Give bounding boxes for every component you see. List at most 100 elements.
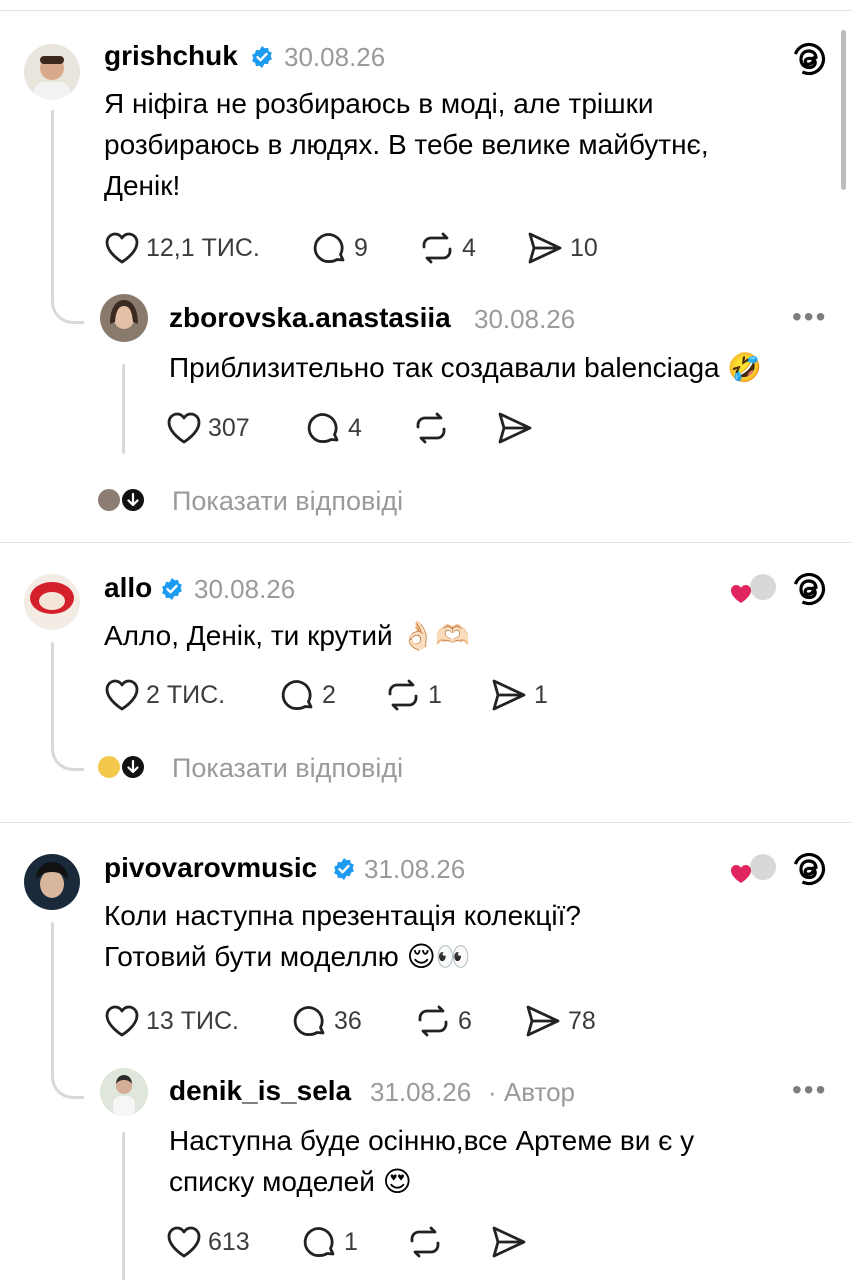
comment-text: Я ніфіга не розбираюсь в моді, але трішк… [104,83,804,206]
like-button[interactable]: 2 ТИС. [104,675,225,715]
comment-icon [293,1006,325,1036]
comment-icon [307,413,339,443]
post-date: 31.08.26 [370,1077,472,1107]
thread-line [122,364,125,454]
send-icon [526,1005,560,1037]
reply-text-content: списку моделей [169,1166,375,1197]
reply-button[interactable]: 36 [292,1001,362,1041]
like-button[interactable]: 12,1 ТИС. [104,228,260,268]
emoji: 😌👀 [406,941,471,972]
send-icon [492,679,526,711]
top-divider [0,10,852,11]
verified-badge-icon [162,578,182,600]
repost-button[interactable] [412,408,450,448]
reply-text: Наступна буде осінню,все Артеме ви є у с… [169,1120,789,1202]
repost-icon [422,232,452,264]
verified-badge-icon [252,46,272,68]
reply-text: Приблизительно так создавали balenciaga … [169,347,762,388]
reply-count: 4 [348,413,362,442]
thread-line [51,110,54,295]
thread-line [51,922,54,1070]
threads-logo-icon[interactable] [792,852,826,886]
comment-text: Алло, Денік, ти крутий 👌🏻🫶🏻 [104,615,470,656]
share-button[interactable] [490,1222,528,1262]
username[interactable]: grishchuk [104,40,238,72]
comment-text-line: розбираюсь в людях. В тебе велике майбут… [104,129,709,160]
avatar-allo[interactable] [24,574,80,630]
post-date: 30.08.26 [284,42,386,72]
threads-logo-icon[interactable] [792,42,826,76]
share-count: 1 [534,680,548,709]
username[interactable]: zborovska.anastasiia [169,302,451,334]
emoji: 🤣 [727,352,763,383]
reply-connector [51,742,84,771]
show-replies-link[interactable]: Показати відповіді [172,486,403,517]
username[interactable]: denik_is_sela [169,1075,351,1107]
author-tag: · Автор [488,1077,576,1107]
heart-icon [167,1226,201,1258]
like-button[interactable]: 13 ТИС. [104,1001,239,1041]
avatar-grishchuk[interactable] [24,44,80,100]
liked-by-creator-indicator [730,852,780,886]
comment-text-content: Алло, Денік, ти крутий [104,620,393,651]
repost-icon [410,1226,440,1258]
comment-text-content: Готовий бути моделлю [104,941,399,972]
replier-avatar [96,487,122,513]
arrow-down-icon[interactable] [120,487,146,513]
heart-icon [105,679,139,711]
avatar-pivovarovmusic[interactable] [24,854,80,910]
like-count: 12,1 ТИС. [146,233,260,262]
reply-button[interactable]: 4 [306,408,362,448]
reply-button[interactable]: 1 [302,1222,358,1262]
share-count: 10 [570,233,598,262]
reply-count: 9 [354,233,368,262]
repost-count: 1 [428,680,442,709]
scrollbar[interactable] [841,30,846,190]
like-button[interactable]: 613 [166,1222,250,1262]
reply-count: 36 [334,1006,362,1035]
show-replies-link[interactable]: Показати відповіді [172,753,403,784]
reply-text-line: Наступна буде осінню,все Артеме ви є у [169,1125,695,1156]
verified-badge-icon [334,858,354,880]
avatar-zborovska[interactable] [100,294,148,342]
send-icon [492,1226,526,1258]
share-button[interactable]: 10 [526,228,598,268]
repost-count: 6 [458,1006,472,1035]
reply-button[interactable]: 9 [312,228,368,268]
comment-text-line: Денік! [104,170,181,201]
share-button[interactable]: 78 [524,1001,596,1041]
repost-button[interactable]: 4 [418,228,476,268]
repost-count: 4 [462,233,476,262]
threads-logo-icon[interactable] [792,572,826,606]
comment-icon [313,233,345,263]
username[interactable]: pivovarovmusic [104,852,317,884]
arrow-down-icon[interactable] [120,754,146,780]
username[interactable]: allo [104,572,152,604]
creator-avatar [748,852,778,882]
replier-avatar [96,754,122,780]
thread-line [51,642,54,742]
repost-button[interactable] [406,1222,444,1262]
comment-icon [303,1227,335,1257]
like-button[interactable]: 307 [166,408,250,448]
liked-by-creator-indicator [730,572,780,606]
heart-icon [167,412,201,444]
send-icon [528,232,562,264]
more-dots-icon[interactable]: ••• [792,301,827,333]
repost-icon [416,412,446,444]
repost-button[interactable]: 6 [414,1001,472,1041]
comment-text-line: Готовий бути моделлю 😌👀 [104,936,804,977]
like-count: 13 ТИС. [146,1006,239,1035]
like-count: 307 [208,413,250,442]
reply-button[interactable]: 2 [280,675,336,715]
heart-icon [105,232,139,264]
post-date: 30.08.26 [474,304,576,334]
like-count: 2 ТИС. [146,680,226,709]
more-dots-icon[interactable]: ••• [792,1074,827,1106]
heart-icon [731,865,751,883]
share-button[interactable] [496,408,534,448]
repost-button[interactable]: 1 [384,675,442,715]
reply-text-content: Приблизительно так создавали balenciaga [169,352,720,383]
avatar-denik[interactable] [100,1068,148,1116]
share-button[interactable]: 1 [490,675,548,715]
